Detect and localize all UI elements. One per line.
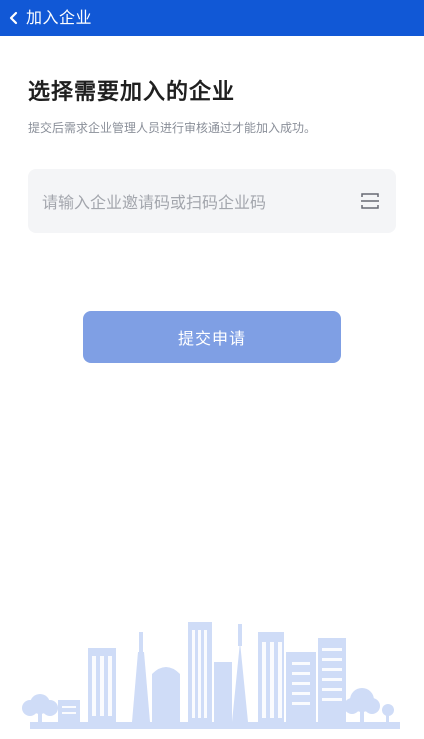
join-enterprise-page: 加入企业 选择需要加入的企业 提交后需求企业管理人员进行审核通过才能加入成功。 …	[0, 0, 424, 739]
chevron-left-icon	[9, 11, 18, 25]
invite-code-field	[28, 169, 396, 235]
nav-title: 加入企业	[26, 8, 93, 27]
page-subtitle: 提交后需求企业管理人员进行审核通过才能加入成功。	[28, 121, 317, 135]
nav-bar: 加入企业	[0, 0, 424, 36]
invite-code-input[interactable]	[40, 169, 344, 235]
city-skyline-illustration	[22, 622, 400, 729]
back-button[interactable]	[0, 0, 20, 36]
submit-application-button[interactable]: 提交申请	[83, 311, 341, 363]
scan-icon[interactable]	[360, 191, 380, 211]
page-title: 选择需要加入的企业	[28, 80, 236, 105]
